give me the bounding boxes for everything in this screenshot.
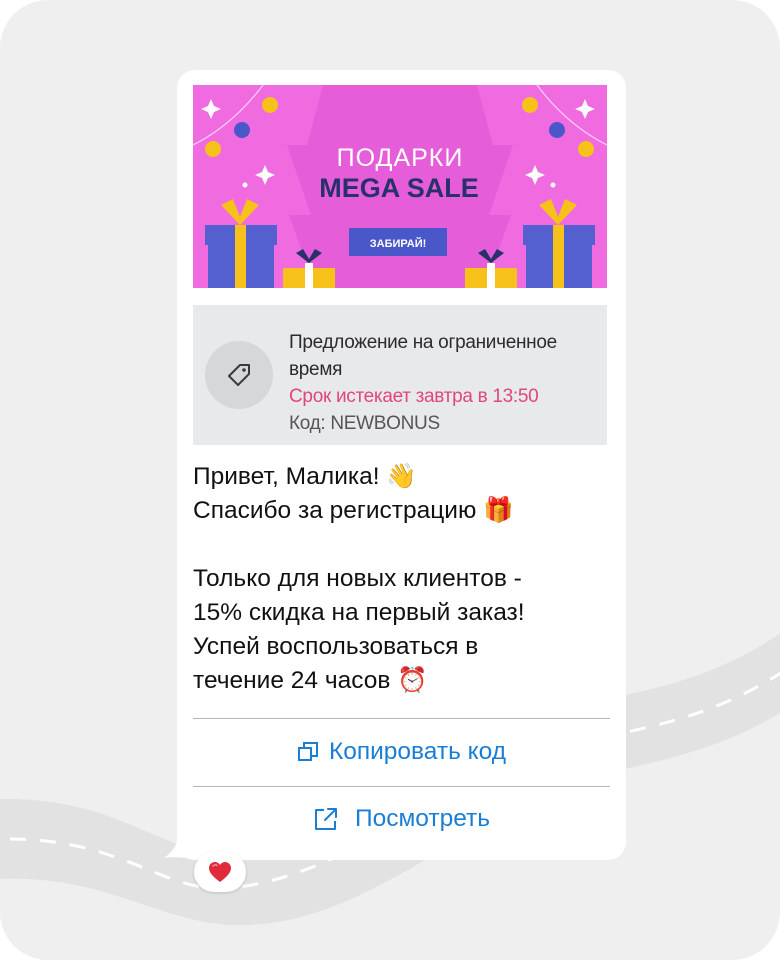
divider (193, 718, 610, 719)
chat-background: ПОДАРКИ MEGA SALE ЗАБИРАЙ! Предложение н… (0, 0, 780, 960)
copy-code-button[interactable]: Копировать код (193, 724, 610, 780)
message-line: 15% скидка на первый заказ! (193, 599, 525, 626)
message-bubble: ПОДАРКИ MEGA SALE ЗАБИРАЙ! Предложение н… (177, 70, 626, 860)
promo-banner[interactable]: ПОДАРКИ MEGA SALE ЗАБИРАЙ! (193, 85, 607, 288)
message-line: Успей воспользоваться в (193, 633, 479, 660)
tag-icon (205, 341, 273, 409)
view-button[interactable]: Посмотреть (193, 791, 610, 847)
heart-icon (209, 862, 231, 882)
message-line: Привет, Малика! 👋 (193, 463, 417, 490)
message-text: Привет, Малика! 👋 Спасибо за регистрацию… (193, 460, 613, 698)
banner-button-label: ЗАБИРАЙ! (370, 237, 427, 250)
divider (193, 786, 610, 787)
heart-reaction[interactable] (194, 852, 246, 892)
promo-expiry: Срок истекает завтра в 13:50 (289, 386, 539, 407)
banner-subtitle: MEGA SALE (319, 173, 479, 203)
message-line: Только для новых клиентов - (193, 565, 522, 592)
message-line: Спасибо за регистрацию 🎁 (193, 497, 514, 524)
banner-title: ПОДАРКИ (337, 144, 464, 172)
copy-code-label: Копировать код (328, 738, 507, 765)
promo-title: Предложение на ограниченное время (289, 332, 557, 380)
message-line: течение 24 часов ⏰ (193, 667, 428, 694)
external-link-icon (314, 808, 337, 830)
view-label: Посмотреть (354, 805, 491, 832)
promo-offer-card: Предложение на ограниченное время Срок и… (193, 305, 607, 445)
copy-icon (297, 742, 318, 761)
promo-code: Код: NEWBONUS (289, 413, 440, 434)
